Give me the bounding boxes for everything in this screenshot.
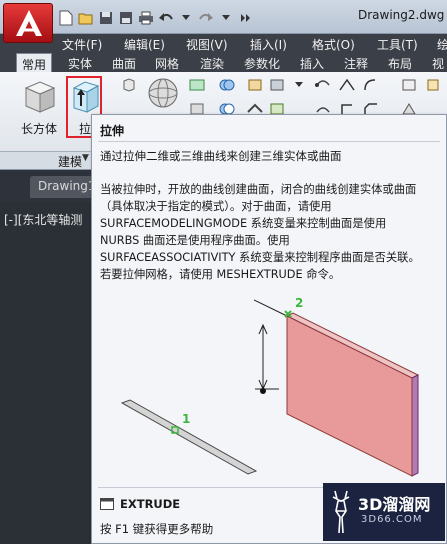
fillet-edge-icon[interactable] — [362, 76, 380, 94]
undo-icon[interactable] — [156, 9, 175, 28]
watermark-name: 3D溜溜网 — [358, 495, 431, 514]
application-menu-button[interactable] — [3, 3, 53, 43]
description-line: 当被拉伸时，开放的曲线创建曲面，闭合的曲线创建实体或曲面 — [100, 183, 417, 196]
menu-tools[interactable]: 工具(T) — [377, 36, 418, 53]
menu-edit[interactable]: 编辑(E) — [124, 36, 165, 53]
description-line: SURFACEMODELINGMODE 系统变量来控制曲面是使用 — [100, 217, 387, 230]
clean-icon[interactable] — [424, 76, 442, 94]
file-tab-drawing1[interactable]: Drawing1 — [30, 176, 100, 198]
tab-layout[interactable]: 布局 — [388, 55, 412, 72]
sphere-mesh-icon — [148, 78, 178, 108]
modeling-panel-label[interactable]: 建模 — [58, 153, 82, 170]
point-1-label: 1 — [182, 412, 190, 426]
ribbon-tab-row: 常用 实体 曲面 网格 渲染 参数化 插入 注释 布局 视 — [0, 53, 447, 73]
tooltip-divider — [98, 141, 440, 142]
extrude-illustration: 1 2 — [120, 296, 420, 477]
deer-logo-icon — [332, 490, 350, 534]
menu-view[interactable]: 视图(V) — [186, 36, 228, 53]
save-as-icon[interactable] — [116, 9, 135, 28]
union-icon[interactable] — [218, 76, 236, 94]
base-point-dot — [260, 388, 266, 394]
mesh-icon[interactable] — [188, 76, 206, 94]
save-icon[interactable] — [96, 9, 115, 28]
menu-format[interactable]: 格式(O) — [312, 36, 355, 53]
tooltip-command-name: EXTRUDE — [120, 497, 181, 511]
tab-view[interactable]: 视 — [432, 55, 444, 72]
command-line-icon — [100, 498, 114, 510]
menu-insert[interactable]: 插入(I) — [250, 36, 287, 53]
tab-render[interactable]: 渲染 — [200, 55, 224, 72]
tooltip-title: 拉伸 — [100, 124, 125, 138]
title-bar: Drawing2.dwg — [0, 0, 447, 34]
slice-icon[interactable] — [246, 76, 264, 94]
menu-file[interactable]: 文件(F) — [62, 36, 102, 53]
open-folder-icon[interactable] — [76, 9, 95, 28]
new-file-icon[interactable] — [56, 9, 75, 28]
watermark-logo: 3D溜溜网 3D66.COM — [323, 483, 445, 541]
panel-expand-icon[interactable]: ▼ — [82, 153, 89, 163]
description-line: （具体取决于指定的模式）。对于曲面，请使用 — [100, 200, 332, 213]
tab-mesh[interactable]: 网格 — [155, 55, 179, 72]
presspull-icon[interactable] — [120, 76, 138, 94]
viewport-controls-label[interactable]: [-][东北等轴测 — [4, 211, 94, 228]
print-icon[interactable] — [136, 9, 155, 28]
watermark-domain: 3D66.COM — [361, 514, 423, 525]
tooltip-help-hint: 按 F1 键获得更多帮助 — [100, 522, 214, 536]
solid-side-face — [411, 374, 419, 477]
dropdown-arrow-icon[interactable] — [290, 76, 308, 94]
extract-edges-icon[interactable] — [338, 76, 356, 94]
box-label: 长方体 — [21, 122, 58, 136]
window-title: Drawing2.dwg — [358, 8, 445, 22]
extension-line-top — [253, 299, 288, 317]
solid-history-icon[interactable] — [268, 76, 286, 94]
extrude-tooltip: 拉伸 通过拉伸二维或三维曲线来创建三维实体或曲面 当被拉伸时，开放的曲线创建曲面… — [91, 114, 447, 544]
point-2-label: 2 — [295, 296, 303, 310]
description-line: SURFACEASSOCIATIVITY 系统变量来控制程序曲面是否关联。 — [100, 251, 420, 264]
tab-surface[interactable]: 曲面 — [112, 55, 136, 72]
more-tools-icon[interactable] — [236, 9, 255, 28]
redo-icon[interactable] — [196, 9, 215, 28]
tab-parametric[interactable]: 参数化 — [244, 55, 280, 72]
redo-dropdown-icon[interactable] — [216, 9, 235, 28]
solid-front-face — [286, 315, 413, 477]
tooltip-summary: 通过拉伸二维或三维曲线来创建三维实体或曲面 — [100, 149, 342, 163]
tab-home[interactable]: 常用 — [16, 53, 53, 73]
description-line: 若要拉伸网格，请使用 MESHEXTRUDE 命令。 — [100, 268, 341, 281]
move-gizmo-icon[interactable] — [314, 76, 332, 94]
tab-solid[interactable]: 实体 — [68, 55, 92, 72]
quick-access-toolbar — [56, 8, 255, 28]
box-icon — [24, 81, 56, 113]
tab-insert[interactable]: 插入 — [300, 55, 324, 72]
undo-dropdown-icon[interactable] — [176, 9, 195, 28]
tab-annotate[interactable]: 注释 — [344, 55, 368, 72]
shell-icon[interactable] — [400, 76, 418, 94]
menu-draw[interactable]: 绘 — [437, 36, 447, 53]
description-line: NURBS 曲面还是使用程序曲面。使用 — [100, 234, 290, 247]
tooltip-description: 当被拉伸时，开放的曲线创建曲面，闭合的曲线创建实体或曲面 （具体取决于指定的模式… — [100, 181, 444, 283]
autocad-logo-icon — [16, 10, 42, 36]
menu-bar: 文件(F) 编辑(E) 视图(V) 插入(I) 格式(O) 工具(T) 绘 — [0, 34, 447, 53]
